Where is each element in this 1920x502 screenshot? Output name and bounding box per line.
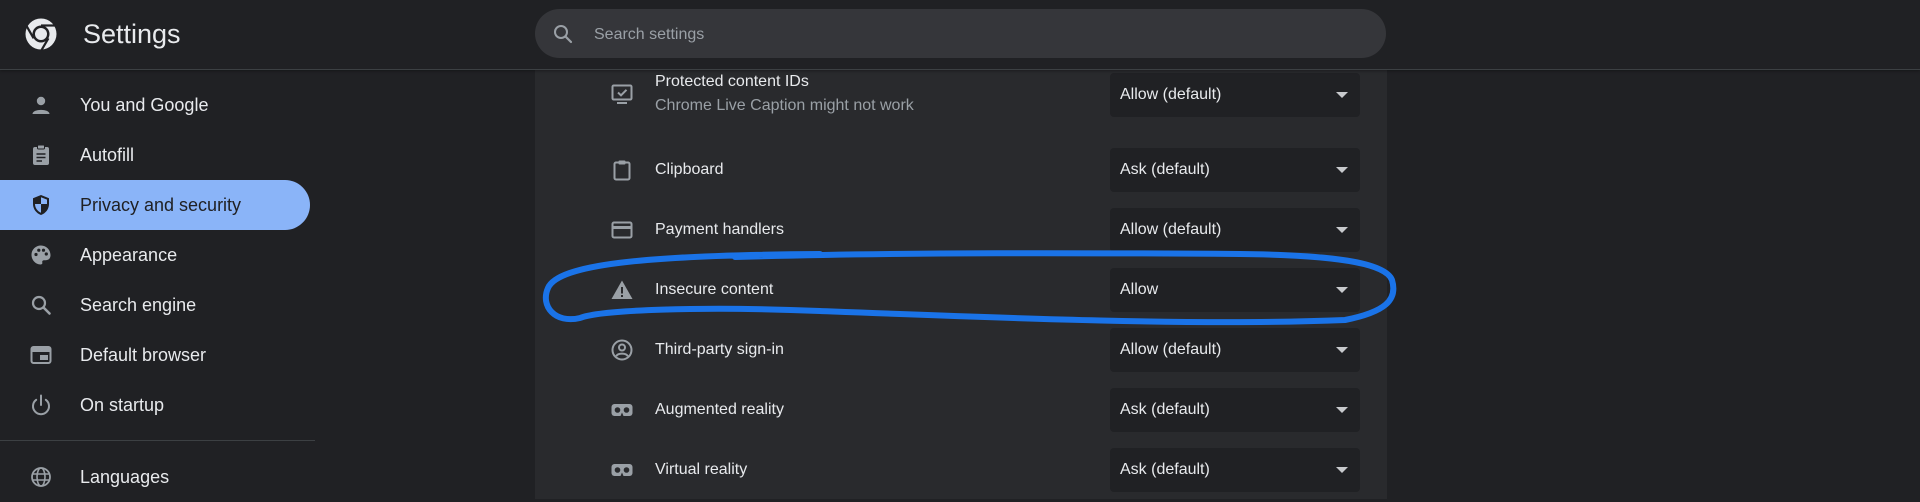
permission-dropdown[interactable]: Allow (default) [1110,73,1360,117]
setting-title: Virtual reality [655,461,748,478]
permission-dropdown[interactable]: Allow [1110,268,1360,312]
dropdown-value: Allow (default) [1120,341,1222,358]
search-icon [31,295,51,315]
dropdown-arrow-icon [1336,227,1348,233]
dropdown-arrow-icon [1336,347,1348,353]
setting-title: Protected content IDs [655,73,809,90]
power-icon [32,394,50,416]
sidebar-item-label: Default browser [80,345,207,365]
sidebar-item-you-and-google[interactable]: You and Google [0,80,310,130]
permission-dropdown[interactable]: Ask (default) [1110,448,1360,492]
setting-title: Augmented reality [655,401,784,418]
setting-title: Insecure content [655,281,774,298]
setting-title: Third-party sign-in [655,341,784,358]
settings-row-third-party-sign-in[interactable]: Third-party sign-in Allow (default) [535,320,1387,380]
sidebar-item-label: Search engine [80,295,197,315]
chrome-logo-icon [25,18,57,51]
sidebar-item-label: Appearance [80,245,178,265]
search-input[interactable] [592,9,1356,60]
sidebar-item-search-engine[interactable]: Search engine [0,280,310,330]
shield-icon [33,195,49,215]
setting-subtitle: Chrome Live Caption might not work [655,97,914,114]
sidebar-item-on-startup[interactable]: On startup [0,380,310,430]
dropdown-arrow-icon [1336,92,1348,98]
permission-dropdown[interactable]: Ask (default) [1110,388,1360,432]
dropdown-value: Ask (default) [1120,461,1210,478]
sidebar-item-label: On startup [80,395,165,415]
settings-row-clipboard[interactable]: Clipboard Ask (default) [535,140,1387,200]
settings-row-virtual-reality[interactable]: Virtual reality Ask (default) [535,440,1387,500]
palette-icon [31,245,51,265]
monitor-check-icon [611,84,633,104]
sidebar-item-label: Languages [80,467,170,487]
vr-headset-icon [611,464,633,476]
settings-row-insecure-content[interactable]: Insecure content Allow [535,260,1387,320]
dropdown-value: Allow [1120,281,1159,298]
globe-icon [31,467,51,487]
settings-row-protected-content-ids[interactable]: Protected content IDs Chrome Live Captio… [535,70,1387,130]
sidebar: You and Google Autofill Privacy and secu… [0,70,315,499]
sidebar-item-appearance[interactable]: Appearance [0,230,310,280]
settings-row-payment-handlers[interactable]: Payment handlers Allow (default) [535,200,1387,260]
vr-headset-icon [611,404,633,416]
dropdown-value: Ask (default) [1120,401,1210,418]
permission-dropdown[interactable]: Allow (default) [1110,328,1360,372]
setting-title: Clipboard [655,161,724,178]
page-title: Settings [83,19,181,49]
dropdown-arrow-icon [1336,467,1348,473]
settings-header: Settings [0,0,1920,70]
clipboard-icon [613,160,631,181]
sidebar-item-autofill[interactable]: Autofill [0,130,310,180]
dropdown-value: Allow (default) [1120,221,1222,238]
sidebar-item-label: Autofill [80,145,135,165]
sidebar-item-label: Privacy and security [80,195,242,215]
permission-dropdown[interactable]: Ask (default) [1110,148,1360,192]
person-icon [32,96,50,114]
sidebar-item-privacy-and-security[interactable]: Privacy and security [0,180,310,230]
search-bar[interactable] [535,9,1386,60]
permission-dropdown[interactable]: Allow (default) [1110,208,1360,252]
sidebar-item-label: You and Google [80,95,209,115]
account-circle-icon [611,339,633,361]
credit-card-icon [611,221,633,239]
browser-window-icon [30,346,52,364]
dropdown-arrow-icon [1336,167,1348,173]
sidebar-divider [0,440,315,441]
dropdown-arrow-icon [1336,407,1348,413]
warning-icon [611,280,633,299]
search-icon [554,25,573,44]
site-settings-content-card: Protected content IDs Chrome Live Captio… [535,70,1387,499]
settings-row-augmented-reality[interactable]: Augmented reality Ask (default) [535,380,1387,440]
sidebar-item-default-browser[interactable]: Default browser [0,330,310,380]
setting-title: Payment handlers [655,221,784,238]
clipboard-list-icon [33,144,49,165]
sidebar-item-languages[interactable]: Languages [0,452,310,502]
dropdown-value: Ask (default) [1120,161,1210,178]
dropdown-value: Allow (default) [1120,86,1222,103]
dropdown-arrow-icon [1336,287,1348,293]
